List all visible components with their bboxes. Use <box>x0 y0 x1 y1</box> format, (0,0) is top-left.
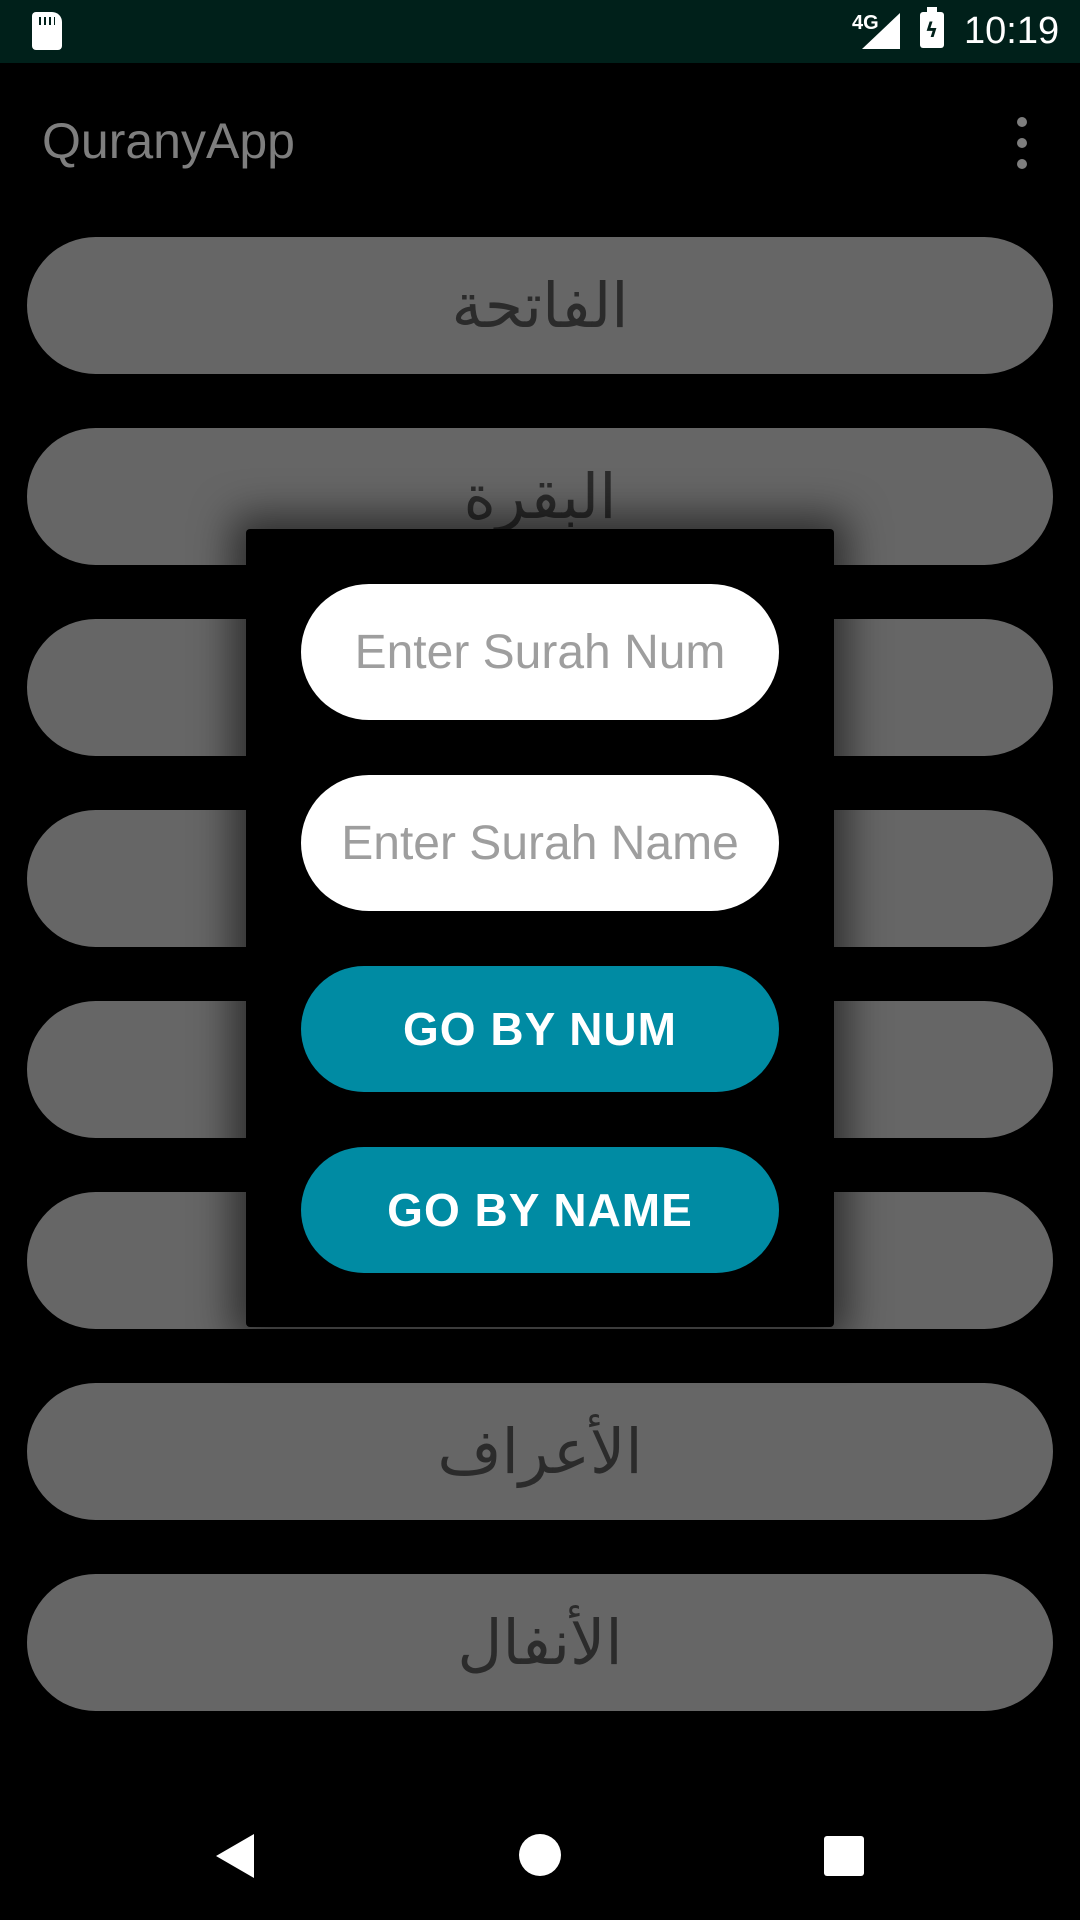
surah-item[interactable]: الأعراف <box>27 1383 1053 1520</box>
search-dialog: GO BY NUM GO BY NAME <box>246 529 834 1327</box>
recents-icon[interactable] <box>824 1836 864 1876</box>
surah-item[interactable]: الأنفال <box>27 1574 1053 1711</box>
surah-name: الفاتحة <box>451 269 629 342</box>
go-by-name-button[interactable]: GO BY NAME <box>301 1147 779 1273</box>
surah-name: الأنفال <box>457 1606 623 1679</box>
back-icon[interactable] <box>216 1834 254 1878</box>
navigation-bar <box>0 1790 1080 1920</box>
surah-item[interactable]: الفاتحة <box>27 237 1053 374</box>
surah-num-input[interactable] <box>318 623 762 681</box>
surah-name: الأعراف <box>437 1415 643 1488</box>
surah-name-input[interactable] <box>318 814 762 872</box>
surah-num-field[interactable] <box>301 584 779 720</box>
home-icon[interactable] <box>519 1834 561 1876</box>
go-by-num-button[interactable]: GO BY NUM <box>301 966 779 1092</box>
surah-name: البقرة <box>463 460 617 533</box>
surah-name-field[interactable] <box>301 775 779 911</box>
